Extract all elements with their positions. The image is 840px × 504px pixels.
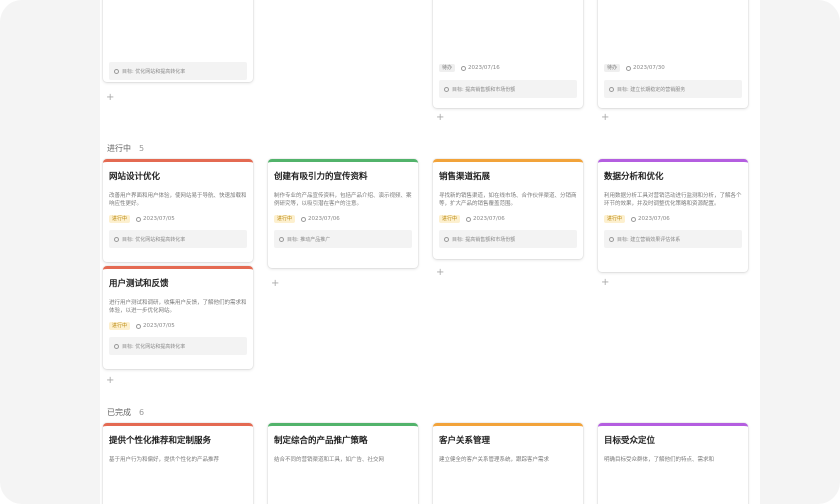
card-title: 用户测试和反馈 xyxy=(109,279,169,289)
add-card-plus-icon[interactable]: + xyxy=(106,93,114,103)
app-frame: 目标: 优化网站和提高转化率 + 待办 2023/07/16 目标: 提高销售额… xyxy=(0,0,840,504)
card-description: 建立健全的客户关系管理系统，跟踪客户需求 xyxy=(439,457,550,463)
clock-icon xyxy=(631,216,637,222)
add-card-plus-icon[interactable]: + xyxy=(601,113,609,123)
target-icon xyxy=(279,236,284,242)
status-badge: 进行中 xyxy=(109,215,131,223)
kanban-board: 目标: 优化网站和提高转化率 + 待办 2023/07/16 目标: 提高销售额… xyxy=(100,0,760,504)
group-count: 6 xyxy=(139,408,145,417)
card-date: 2023/07/06 xyxy=(466,216,505,222)
clock-icon xyxy=(626,65,632,71)
card-data-analysis[interactable]: 数据分析和优化 利用数据分析工具对营销活动进行监测和分析，了解各个环节的效果，并… xyxy=(598,159,748,272)
card-goal: 目标: 建立营销效果评估体系 xyxy=(604,230,742,248)
card-goal: 目标: 推动产品推广 xyxy=(274,230,412,248)
card-date: 2023/07/06 xyxy=(301,216,340,222)
card-personalized-recommendation[interactable]: 提供个性化推荐和定制服务 基于用户行为和偏好，提供个性化的产品推荐 xyxy=(103,423,253,504)
target-icon xyxy=(609,86,614,92)
card-date: 2023/07/06 xyxy=(631,216,670,222)
card-meta: 进行中 2023/07/05 xyxy=(109,214,247,224)
card-title: 销售渠道拓展 xyxy=(439,172,491,182)
status-badge: 进行中 xyxy=(604,215,626,223)
card-goal: 目标: 提高销售额和市场份额 xyxy=(439,230,577,248)
card-description: 基于用户行为和偏好，提供个性化的产品推荐 xyxy=(109,457,220,463)
card-title: 数据分析和优化 xyxy=(604,172,664,182)
card-date: 2023/07/05 xyxy=(136,216,175,222)
status-badge: 进行中 xyxy=(109,322,131,330)
group-header-in-progress[interactable]: 进行中 5 xyxy=(107,143,144,154)
status-badge: 待办 xyxy=(604,64,621,72)
clock-icon xyxy=(301,216,307,222)
card-date: 2023/07/16 xyxy=(461,65,500,71)
card-title: 创建有吸引力的宣传资料 xyxy=(274,172,368,182)
card-description: 进行用户测试和调研，收集用户反馈，了解他们的需求和体验，以进一步优化网站。 xyxy=(109,300,247,314)
add-card-plus-icon[interactable]: + xyxy=(106,376,114,386)
card-description: 制作专业的产品宣传资料，包括产品介绍、演示视频、案例研究等，以吸引潜在客户的注意… xyxy=(274,193,412,207)
card-meta: 进行中 2023/07/06 xyxy=(274,214,412,224)
card-goal: 目标: 优化网站和提高转化率 xyxy=(109,230,247,248)
status-badge: 进行中 xyxy=(274,215,296,223)
card-title: 客户关系管理 xyxy=(439,436,491,446)
card-goal: 目标: 建立长期稳定的营销服务 xyxy=(604,80,742,98)
card-meta: 进行中 2023/07/06 xyxy=(604,214,742,224)
target-icon xyxy=(609,236,614,242)
add-card-plus-icon[interactable]: + xyxy=(436,113,444,123)
add-card-plus-icon[interactable]: + xyxy=(601,278,609,288)
target-icon xyxy=(114,236,119,242)
clock-icon xyxy=(136,323,142,329)
group-header-done[interactable]: 已完成 6 xyxy=(107,407,144,418)
card-meta: 待办 2023/07/16 xyxy=(439,63,500,73)
card-description: 明确目标受众群体，了解他们的特点、需求和 xyxy=(604,457,715,463)
status-badge: 待办 xyxy=(439,64,456,72)
card-meta: 进行中 2023/07/06 xyxy=(439,214,577,224)
card-top-1[interactable]: 目标: 优化网站和提高转化率 xyxy=(103,0,253,82)
target-icon xyxy=(114,68,119,74)
card-meta: 进行中 2023/07/05 xyxy=(109,321,247,331)
card-title: 提供个性化推荐和定制服务 xyxy=(109,436,212,446)
card-goal: 目标: 优化网站和提高转化率 xyxy=(109,337,247,355)
target-icon xyxy=(444,86,449,92)
card-description: 利用数据分析工具对营销活动进行监测和分析，了解各个环节的效果，并及时调整优化策略… xyxy=(604,193,742,207)
group-count: 5 xyxy=(139,144,145,153)
clock-icon xyxy=(461,65,467,71)
card-date: 2023/07/05 xyxy=(136,323,175,329)
target-icon xyxy=(444,236,449,242)
card-title: 网站设计优化 xyxy=(109,172,161,182)
card-description: 改善用户界面和用户体验，使网站易于导航、快速加载和响应性更好。 xyxy=(109,193,247,207)
clock-icon xyxy=(466,216,472,222)
card-sales-channels[interactable]: 销售渠道拓展 寻找新的销售渠道，如在线市场、合作伙伴渠道、分销商等，扩大产品的销… xyxy=(433,159,583,259)
card-audience-targeting[interactable]: 目标受众定位 明确目标受众群体，了解他们的特点、需求和 xyxy=(598,423,748,504)
clock-icon xyxy=(136,216,142,222)
card-goal: 目标: 提高销售额和市场份额 xyxy=(439,80,577,98)
card-crm[interactable]: 客户关系管理 建立健全的客户关系管理系统，跟踪客户需求 xyxy=(433,423,583,504)
status-badge: 进行中 xyxy=(439,215,461,223)
card-top-4[interactable]: 待办 2023/07/30 目标: 建立长期稳定的营销服务 xyxy=(598,0,748,108)
card-promotion-strategy[interactable]: 制定综合的产品推广策略 结合不同的营销渠道和工具，如广告、社交网 xyxy=(268,423,418,504)
card-goal: 目标: 优化网站和提高转化率 xyxy=(109,62,247,80)
card-title: 目标受众定位 xyxy=(604,436,656,446)
add-card-plus-icon[interactable]: + xyxy=(271,279,279,289)
card-date: 2023/07/30 xyxy=(626,65,665,71)
card-title: 制定综合的产品推广策略 xyxy=(274,436,368,446)
card-user-testing[interactable]: 用户测试和反馈 进行用户测试和调研，收集用户反馈，了解他们的需求和体验，以进一步… xyxy=(103,266,253,369)
card-promo-materials[interactable]: 创建有吸引力的宣传资料 制作专业的产品宣传资料，包括产品介绍、演示视频、案例研究… xyxy=(268,159,418,268)
card-top-3[interactable]: 待办 2023/07/16 目标: 提高销售额和市场份额 xyxy=(433,0,583,108)
card-website-design[interactable]: 网站设计优化 改善用户界面和用户体验，使网站易于导航、快速加载和响应性更好。 进… xyxy=(103,159,253,262)
card-description: 寻找新的销售渠道，如在线市场、合作伙伴渠道、分销商等，扩大产品的销售覆盖范围。 xyxy=(439,193,577,207)
card-description: 结合不同的营销渠道和工具，如广告、社交网 xyxy=(274,457,385,463)
target-icon xyxy=(114,343,119,349)
add-card-plus-icon[interactable]: + xyxy=(436,268,444,278)
card-meta: 待办 2023/07/30 xyxy=(604,63,665,73)
